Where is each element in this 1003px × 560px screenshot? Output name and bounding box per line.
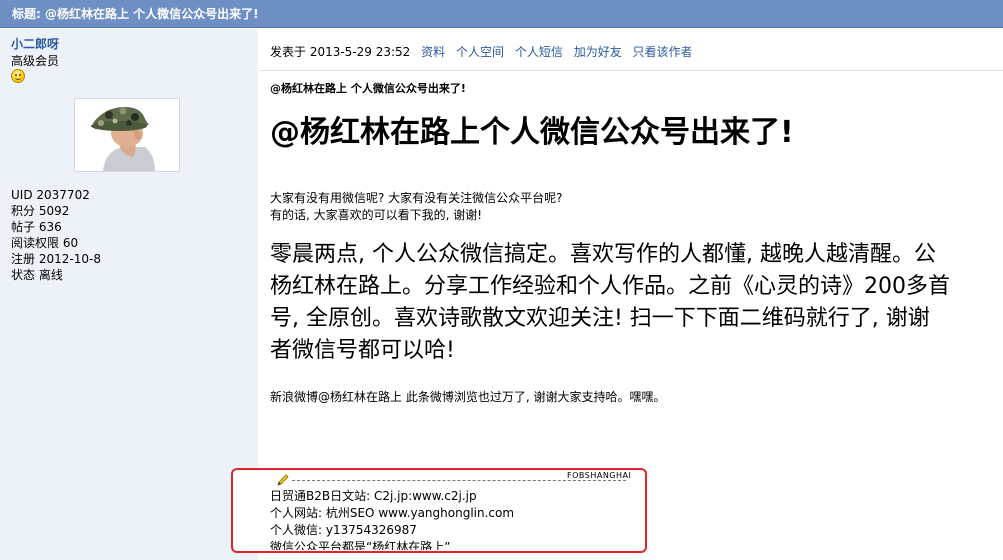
stat-status: 状态 离线 [11, 268, 63, 282]
signature-brand: FOBSHANGHAI [565, 471, 634, 480]
avatar-image [75, 99, 179, 171]
member-level: 高级会员 [11, 54, 60, 68]
smiley-icon [11, 69, 25, 83]
stat-points: 积分 5092 [11, 204, 70, 218]
intro-line: 有的话, 大家喜欢的可以看下我的, 谢谢! [270, 208, 483, 222]
stat-posts: 帖子 636 [11, 220, 62, 234]
author-name-link[interactable]: 小二郎呀 [11, 36, 59, 52]
header-divider [259, 70, 1003, 71]
signature: 日贸通B2B日文站: C2j.jp:www.c2j.jp 个人网站: 杭州SEO… [270, 488, 644, 550]
avatar[interactable] [74, 98, 180, 172]
profile-link[interactable]: 资料 [421, 45, 445, 59]
author-only-link[interactable]: 只看该作者 [633, 45, 693, 59]
signature-line: 个人微信: y13754326987 [270, 523, 417, 537]
thread-title: 标题: @杨红林在路上 个人微信公众号出来了! [12, 7, 259, 21]
stat-read-permission: 阅读权限 60 [11, 236, 79, 250]
paragraph-line: 零晨两点, 个人公众微信搞定。喜欢写作的人都懂, 越晚人越清醒。公 [270, 242, 936, 267]
paragraph-line: 者微信号都可以哈! [270, 338, 455, 363]
post-large-paragraph: 零晨两点, 个人公众微信搞定。喜欢写作的人都懂, 越晚人越清醒。公 杨红林在路上… [270, 239, 1003, 399]
intro-line: 大家有没有用微信呢? 大家有没有关注微信公众平台呢? [270, 191, 563, 205]
personal-space-link[interactable]: 个人空间 [456, 45, 504, 59]
paragraph-line: 号, 全原创。喜欢诗歌散文欢迎关注! 扫一下下面二维码就行了, 谢谢 [270, 306, 930, 331]
private-message-link[interactable]: 个人短信 [515, 45, 563, 59]
signature-line: 日贸通B2B日文站: C2j.jp:www.c2j.jp [270, 489, 477, 503]
weibo-note: 新浪微博@杨红林在路上 此条微博浏览也过万了, 谢谢大家支持哈。嘿嘿。 [270, 390, 666, 404]
post-timestamp: 发表于 2013-5-29 23:52 [270, 45, 411, 59]
signature-divider [292, 480, 626, 481]
post-header: 发表于 2013-5-29 23:52 资料 个人空间 个人短信 加为好友 只看… [270, 44, 693, 60]
add-friend-link[interactable]: 加为好友 [574, 45, 622, 59]
thread-title-bar: 标题: @杨红林在路上 个人微信公众号出来了! [0, 0, 1003, 28]
post-heading: @杨红林在路上个人微信公众号出来了! [270, 115, 794, 150]
post-intro: 大家有没有用微信呢? 大家有没有关注微信公众平台呢? 有的话, 大家喜欢的可以看… [270, 190, 563, 224]
signature-line: 个人网站: 杭州SEO www.yanghonglin.com [270, 506, 515, 520]
stat-registered: 注册 2012-10-8 [11, 252, 101, 266]
stat-uid: UID 2037702 [11, 188, 90, 202]
signature-line: 微信公众平台都是“杨红林在路上” [270, 540, 451, 550]
post-subject: @杨红林在路上 个人微信公众号出来了! [270, 82, 466, 95]
user-stats: UID 2037702 积分 5092 帖子 636 阅读权限 60 注册 20… [11, 187, 101, 283]
author-sidebar: 小二郎呀 高级会员 UID 2037702 积分 5092 帖子 636 阅读权… [0, 29, 258, 560]
paragraph-line: 杨红林在路上。分享工作经验和个人作品。之前《心灵的诗》200多首 [270, 274, 950, 299]
